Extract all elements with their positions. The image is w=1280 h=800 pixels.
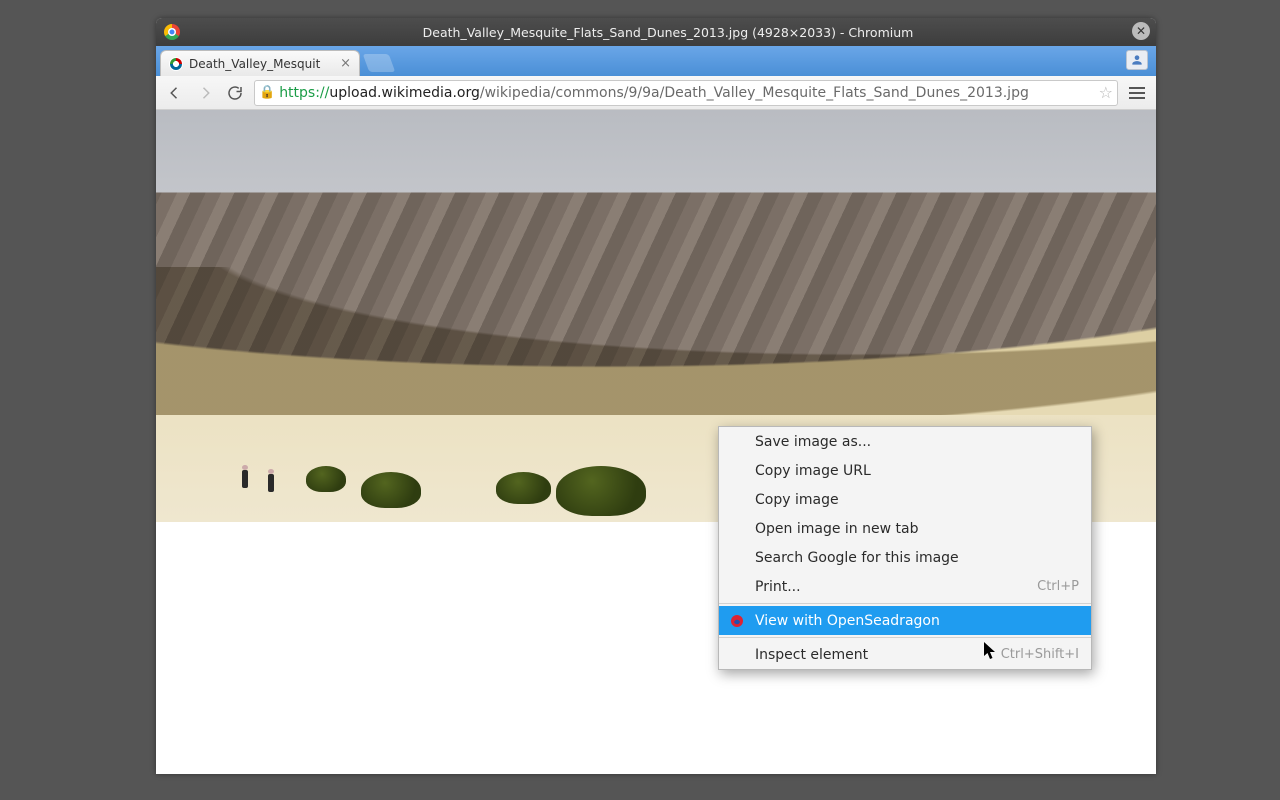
address-bar[interactable]: 🔒 https://upload.wikimedia.org/wikipedia… bbox=[254, 80, 1118, 106]
url-protocol: https:// bbox=[279, 85, 329, 101]
context-menu-separator bbox=[719, 603, 1091, 604]
ctx-label: Copy image bbox=[755, 492, 839, 508]
url-text: https://upload.wikimedia.org/wikipedia/c… bbox=[279, 85, 1094, 101]
ctx-print[interactable]: Print... Ctrl+P bbox=[719, 572, 1091, 601]
hamburger-menu-button[interactable] bbox=[1126, 82, 1148, 104]
openseadragon-extension-icon bbox=[729, 613, 745, 629]
new-tab-button[interactable] bbox=[363, 54, 396, 72]
person-icon bbox=[1130, 53, 1144, 67]
ctx-label: Print... bbox=[755, 579, 801, 595]
tab-title: Death_Valley_Mesquit bbox=[189, 57, 334, 71]
ctx-label: Search Google for this image bbox=[755, 550, 959, 566]
context-menu: Save image as... Copy image URL Copy ima… bbox=[718, 426, 1092, 670]
ctx-inspect-element[interactable]: Inspect element Ctrl+Shift+I bbox=[719, 640, 1091, 669]
back-button[interactable] bbox=[164, 82, 186, 104]
ctx-label: View with OpenSeadragon bbox=[755, 613, 940, 629]
hamburger-icon bbox=[1129, 92, 1145, 94]
url-host: upload.wikimedia.org bbox=[329, 85, 480, 101]
ctx-copy-image[interactable]: Copy image bbox=[719, 485, 1091, 514]
window-title: Death_Valley_Mesquite_Flats_Sand_Dunes_2… bbox=[180, 25, 1156, 40]
ctx-search-google-image[interactable]: Search Google for this image bbox=[719, 543, 1091, 572]
ctx-label: Copy image URL bbox=[755, 463, 871, 479]
url-path: /wikipedia/commons/9/9a/Death_Valley_Mes… bbox=[480, 85, 1029, 101]
ctx-shortcut: Ctrl+P bbox=[1037, 579, 1079, 594]
window-titlebar: Death_Valley_Mesquite_Flats_Sand_Dunes_2… bbox=[156, 18, 1156, 46]
ctx-shortcut: Ctrl+Shift+I bbox=[1001, 647, 1079, 662]
tab-close-icon[interactable]: × bbox=[340, 56, 351, 71]
ctx-copy-image-url[interactable]: Copy image URL bbox=[719, 456, 1091, 485]
ctx-view-with-openseadragon[interactable]: View with OpenSeadragon bbox=[719, 606, 1091, 635]
reload-button[interactable] bbox=[224, 82, 246, 104]
ctx-label: Save image as... bbox=[755, 434, 871, 450]
ctx-open-image-new-tab[interactable]: Open image in new tab bbox=[719, 514, 1091, 543]
window-controls: ✕ bbox=[1120, 22, 1150, 40]
window-close-icon[interactable]: ✕ bbox=[1132, 22, 1150, 40]
secure-lock-icon: 🔒 bbox=[259, 85, 275, 100]
tab-strip: Death_Valley_Mesquit × bbox=[156, 46, 1156, 76]
bookmark-star-icon[interactable]: ☆ bbox=[1099, 83, 1113, 102]
forward-button[interactable] bbox=[194, 82, 216, 104]
tab-favicon-icon bbox=[169, 57, 183, 71]
mouse-cursor-icon bbox=[983, 641, 997, 661]
browser-tab[interactable]: Death_Valley_Mesquit × bbox=[160, 50, 360, 76]
context-menu-separator bbox=[719, 637, 1091, 638]
profile-avatar-button[interactable] bbox=[1126, 50, 1148, 70]
ctx-save-image-as[interactable]: Save image as... bbox=[719, 427, 1091, 456]
chromium-logo-icon bbox=[164, 24, 180, 40]
ctx-label: Inspect element bbox=[755, 647, 868, 663]
navigation-toolbar: 🔒 https://upload.wikimedia.org/wikipedia… bbox=[156, 76, 1156, 110]
ctx-label: Open image in new tab bbox=[755, 521, 918, 537]
